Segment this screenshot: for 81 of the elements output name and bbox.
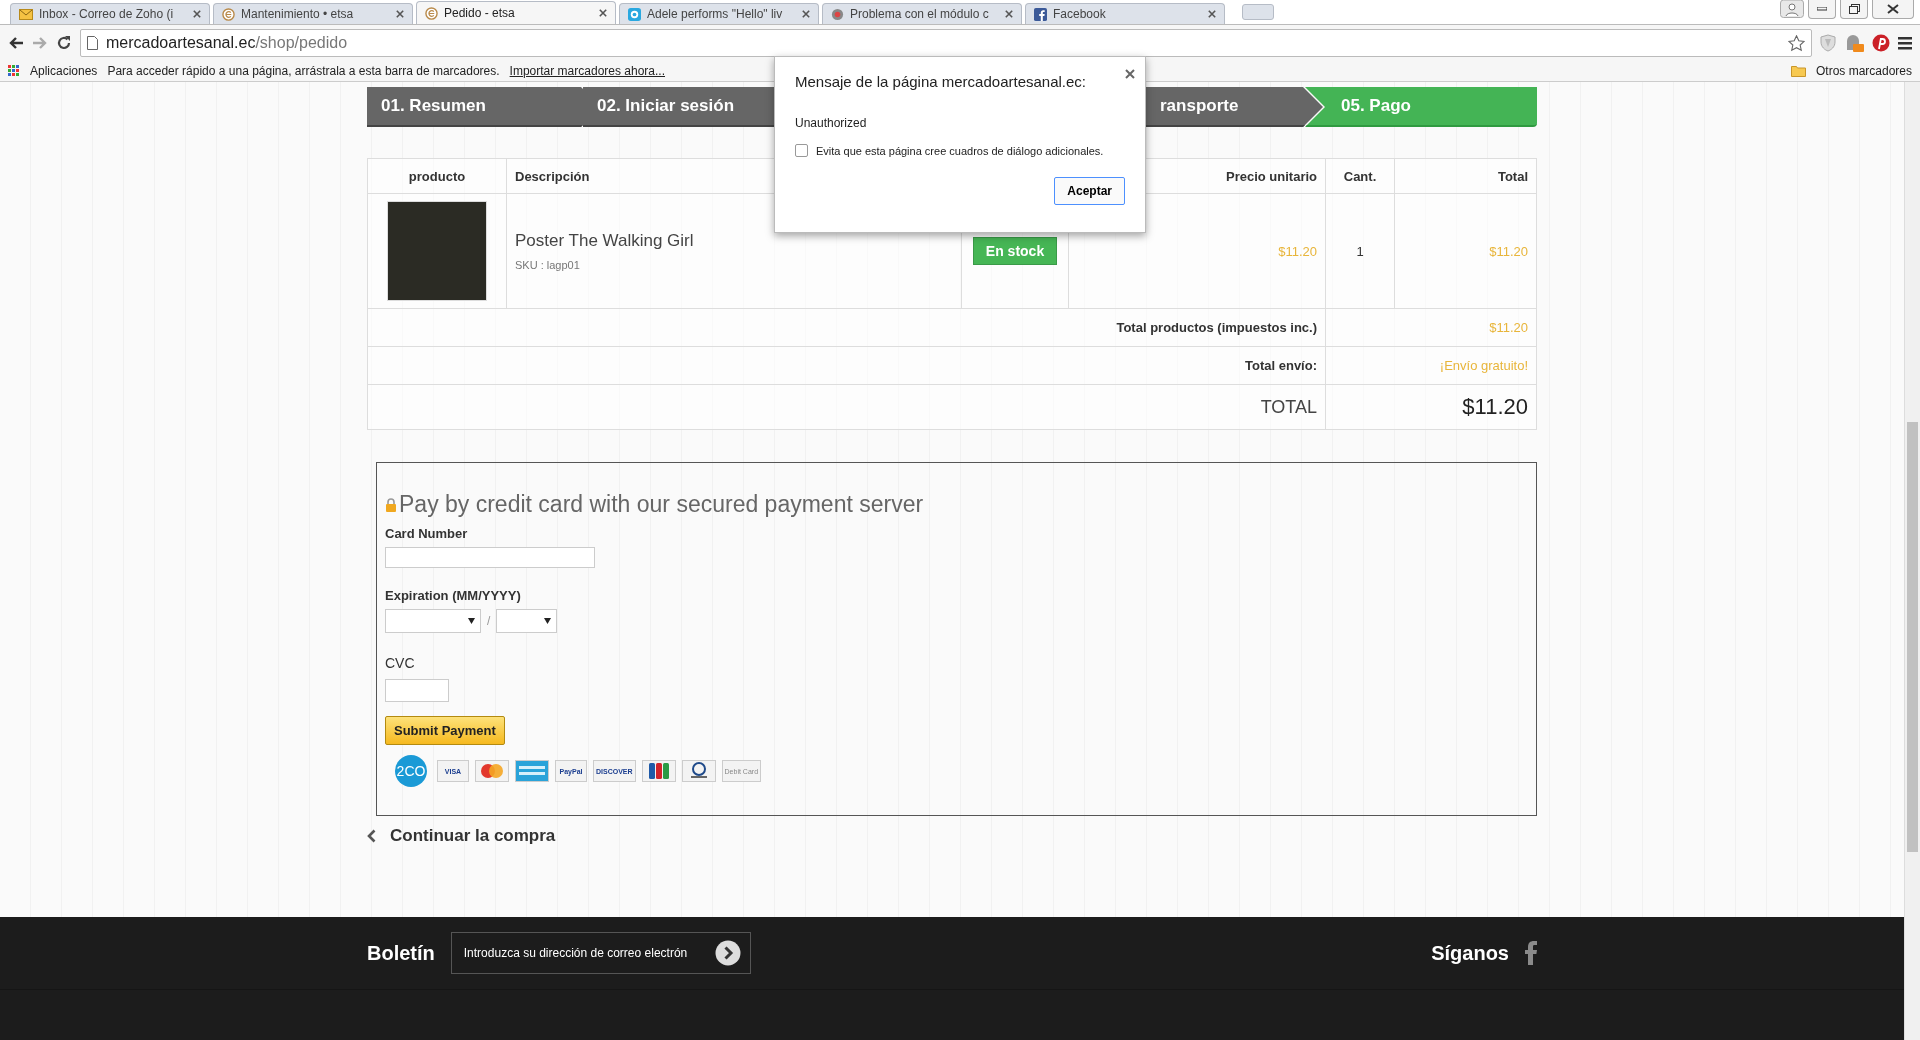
forum-logo-icon [831,7,844,21]
chevron-left-icon [367,829,376,843]
card-lines-icon [515,760,549,782]
facebook-f-icon[interactable] [1525,941,1537,965]
apps-grid-icon[interactable] [8,65,20,77]
summary-value: $11.20 [1325,384,1537,430]
ghost-off-icon[interactable] [1844,33,1864,53]
column-header: Total [1394,158,1537,194]
summary-value: $11.20 [1325,308,1537,347]
newsletter-title: Boletín [367,941,435,965]
dropdown-arrow-icon [468,618,475,625]
card-circles-icon [475,760,509,782]
page-icon [87,36,98,50]
browser-tab[interactable]: Inbox - Correo de Zoho (i [10,3,210,24]
separator-text: / [487,614,491,629]
pinterest-icon[interactable] [1872,34,1890,52]
padlock-icon [385,497,397,512]
browser-tab[interactable]: Problema con el módulo c [822,3,1022,24]
summary-label: Total productos (impuestos inc.) [367,308,1326,347]
checkbox-label: Evita que esta página cree cuadros de diálogo adicionales. [816,144,1104,157]
arrow-right-circle-icon[interactable] [714,940,741,966]
checkbox[interactable] [795,144,808,157]
browser-tab[interactable]: Adele performs "Hello" liv [619,3,819,24]
card-ring-icon [681,760,716,782]
field-label: Expiration (MM/YYYY) [385,588,521,604]
product-sku: SKU : lagp01 [515,259,581,271]
close-icon [1887,4,1899,14]
card-stripes-icon [641,760,676,782]
user-icon[interactable] [1780,0,1804,18]
close-icon[interactable] [1125,69,1135,79]
bookmark-folder[interactable]: Otros marcadores [1815,64,1912,78]
play-circle-icon [628,7,641,21]
card-number-field[interactable] [385,547,595,569]
close-icon[interactable] [802,10,810,18]
field-label: CVC [385,655,415,672]
browser-tab[interactable]: Pedido - etsa [416,1,616,24]
dropdown-arrow-icon [544,618,552,625]
field-label: Card Number [385,526,468,541]
summary-label: Total envío: [367,346,1326,385]
submit-payment-button[interactable]: Submit Payment [385,716,505,745]
summary-value: ¡Envío gratuito! [1325,346,1537,385]
facebook-icon [1034,7,1047,21]
browser-tab[interactable]: Mantenimiento • etsa [213,3,413,24]
e-logo-icon [425,6,438,20]
minimize-icon [1817,7,1827,11]
back-arrow-icon[interactable] [8,36,24,50]
payment-logo: 2CO [395,755,427,787]
quantity: 1 [1325,193,1395,309]
newsletter-field[interactable]: Introduzca su dirección de correo electrón [450,932,751,974]
close-button[interactable] [1872,0,1914,19]
scrollbar-thumb[interactable] [1907,422,1918,852]
bookmarks-hint: Para acceder rápido a una página, arrástrala a esta barra de marcadores. [107,64,500,78]
close-icon[interactable] [599,9,607,17]
close-icon[interactable] [396,10,404,18]
maximize-button[interactable] [1840,0,1868,19]
reload-icon[interactable] [56,35,72,51]
envelope-icon [19,8,33,20]
close-icon[interactable] [193,10,201,18]
browser-tab[interactable]: Facebook [1025,3,1225,24]
restore-icon [1848,4,1860,14]
folder-icon [1790,65,1806,77]
menu-icon[interactable] [1898,36,1912,50]
checkout-step: 05. Pago [1305,87,1537,127]
dialog-title: Mensaje de la página mercadoartesanal.ec: [795,73,1087,90]
column-header: producto [367,158,507,194]
payment-title: Pay by credit card with our secured payment server [399,491,924,518]
close-icon[interactable] [1208,10,1216,18]
e-logo-icon [222,7,235,21]
continue-shopping-link[interactable]: Continuar la compra [390,826,556,846]
star-icon[interactable] [1788,34,1805,52]
follow-us-title: Síganos [1431,941,1509,965]
stock-badge: En stock [972,237,1058,265]
close-icon[interactable] [1005,10,1013,18]
column-header: Cant. [1325,158,1395,194]
product-name: Poster The Walking Girl [515,231,695,251]
cvc-field[interactable] [385,679,449,702]
row-total: $11.20 [1394,193,1537,309]
address-bar[interactable]: mercadoartesanal.ec/shop/pedido [80,29,1812,57]
import-bookmarks-link[interactable]: Importar marcadores ahora... [509,64,665,78]
bookmark-item[interactable]: Aplicaciones [30,64,98,78]
summary-label: TOTAL [367,384,1326,430]
